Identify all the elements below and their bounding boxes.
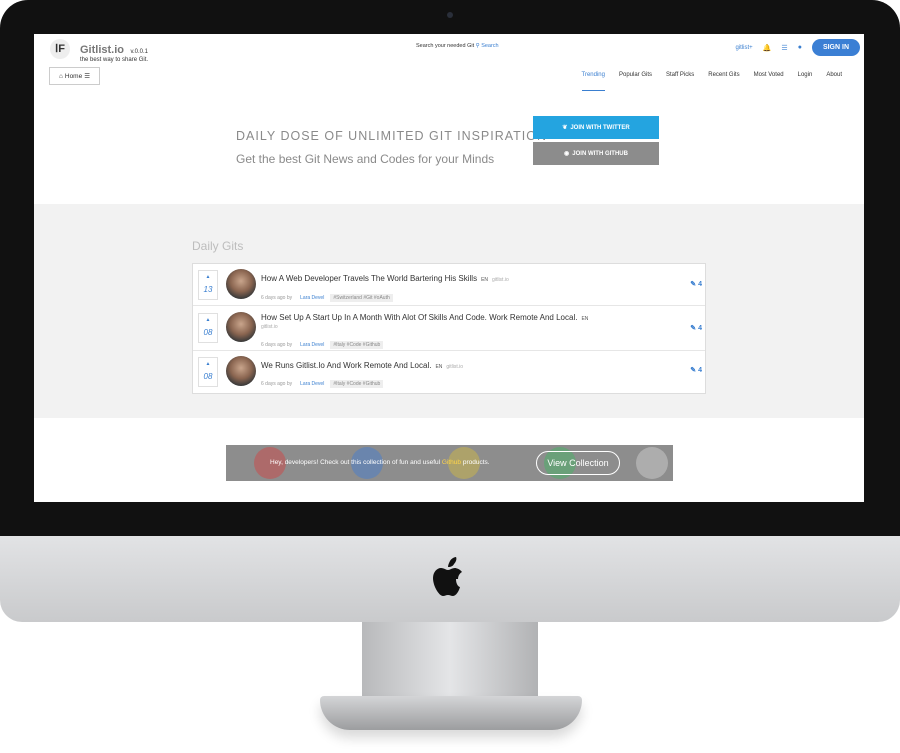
notification-bell-icon[interactable]: 🔔 [763, 44, 772, 52]
site-logo[interactable]: Ⅰ͏F [50, 39, 70, 59]
author-link[interactable]: Lara Devel [300, 342, 324, 348]
monitor-stand-foot [320, 696, 582, 730]
header-actions: gitlist+ 🔔 ☰ ● SIGN IN [736, 39, 860, 56]
item-meta: 6 days ago by Lara Devel #Italy #Code #Git… [261, 380, 384, 388]
brand-tagline: the best way to share Git. [80, 57, 149, 63]
item-source: gitlist.io [261, 324, 278, 330]
browser-screen: Ⅰ͏F Gitlist.io v.0.0.1 the best way to s… [34, 34, 864, 502]
sign-in-button[interactable]: SIGN IN [811, 39, 860, 56]
nav-login[interactable]: Login [798, 72, 813, 91]
tag-list[interactable]: #Italy #Code #Github [330, 341, 384, 349]
daily-gits-section: Daily Gits ▲ 13 How A Web Developer Trav… [34, 204, 864, 418]
avatar[interactable] [226, 356, 256, 386]
vote-box[interactable]: ▲ 13 [198, 270, 218, 300]
comments-count[interactable]: ✎ 4 [690, 280, 702, 288]
octocat-illustration [636, 447, 668, 479]
daily-gits-title: Daily Gits [192, 239, 244, 253]
twitter-icon: ❦ [562, 125, 568, 131]
comments-count[interactable]: ✎ 4 [690, 366, 702, 374]
home-icon: ⌂ [58, 72, 63, 80]
banner-text: Hey, developers! Check out this collecti… [270, 459, 490, 466]
home-label: Home [64, 72, 83, 80]
item-title[interactable]: We Runs Gitlist.Io And Work Remote And L… [261, 361, 463, 370]
home-button[interactable]: ⌂ Home ☰ [49, 67, 100, 85]
hero-subtitle: Get the best Git News and Codes for your… [236, 152, 495, 166]
list-icon[interactable]: ☰ [781, 44, 787, 52]
brand-block[interactable]: Gitlist.io v.0.0.1 the best way to share… [80, 40, 148, 63]
join-github-button[interactable]: ◉ JOIN WITH GITHUB [533, 142, 659, 165]
banner-github-brand: Github [441, 459, 462, 466]
daily-gits-list: ▲ 13 How A Web Developer Travels The Wor… [192, 263, 706, 394]
brand-name: Gitlist.io [80, 44, 124, 56]
view-collection-button[interactable]: View Collection [536, 451, 620, 475]
hero-title: DAILY DOSE OF UNLIMITED GIT INSPIRATION [236, 129, 548, 143]
author-link[interactable]: Lara Devel [300, 295, 324, 301]
search-text: Search your needed Git [416, 43, 475, 49]
search-link[interactable]: ⚲ Search [476, 43, 499, 49]
main-nav: Trending Popular Gits Staff Picks Recent… [581, 72, 842, 91]
camera-icon [447, 12, 453, 18]
menu-icon: ☰ [84, 73, 91, 80]
gitlist-plus-link[interactable]: gitlist+ [736, 45, 753, 51]
nav-popular-gits[interactable]: Popular Gits [619, 72, 652, 91]
comments-count[interactable]: ✎ 4 [690, 324, 702, 332]
list-item: ▲ 08 How Set Up A Start Up In A Month Wi… [193, 306, 705, 351]
avatar[interactable] [226, 312, 256, 342]
item-title[interactable]: How A Web Developer Travels The World Ba… [261, 274, 509, 283]
list-item: ▲ 13 How A Web Developer Travels The Wor… [193, 264, 705, 306]
avatar[interactable] [226, 269, 256, 299]
user-icon[interactable]: ● [798, 44, 802, 51]
vote-box[interactable]: ▲ 08 [198, 313, 218, 343]
join-twitter-button[interactable]: ❦ JOIN WITH TWITTER [533, 116, 659, 139]
upvote-arrow-icon[interactable]: ▲ [199, 361, 217, 367]
item-title[interactable]: How Set Up A Start Up In A Month With Al… [261, 313, 588, 322]
vote-count: 08 [203, 328, 213, 337]
search-prompt: Search your needed Git ⚲ Search [416, 43, 499, 49]
join-twitter-label: JOIN WITH TWITTER [570, 124, 630, 131]
brand-version: v.0.0.1 [130, 49, 149, 55]
tag-list[interactable]: #Switzerland #Git #oAuth [330, 294, 393, 302]
join-github-label: JOIN WITH GITHUB [572, 150, 628, 157]
nav-recent-gits[interactable]: Recent Gits [708, 72, 739, 91]
nav-most-voted[interactable]: Most Voted [754, 72, 784, 91]
collection-banner: Hey, developers! Check out this collecti… [226, 445, 673, 481]
list-item: ▲ 08 We Runs Gitlist.Io And Work Remote … [193, 351, 705, 393]
vote-count: 13 [203, 285, 213, 294]
github-icon: ◉ [564, 151, 570, 157]
apple-logo-icon [433, 557, 462, 596]
vote-box[interactable]: ▲ 08 [198, 357, 218, 387]
nav-staff-picks[interactable]: Staff Picks [666, 72, 694, 91]
tag-list[interactable]: #Italy #Code #Github [330, 380, 384, 388]
item-meta: 6 days ago by Lara Devel #Italy #Code #Git… [261, 341, 384, 349]
upvote-arrow-icon[interactable]: ▲ [199, 317, 217, 323]
item-meta: 6 days ago by Lara Devel #Switzerland #Git… [261, 294, 393, 302]
nav-about[interactable]: About [826, 72, 842, 91]
upvote-arrow-icon[interactable]: ▲ [199, 274, 217, 280]
author-link[interactable]: Lara Devel [300, 381, 324, 387]
vote-count: 08 [203, 372, 213, 381]
nav-trending[interactable]: Trending [581, 72, 605, 91]
monitor-stand-neck [362, 622, 538, 702]
